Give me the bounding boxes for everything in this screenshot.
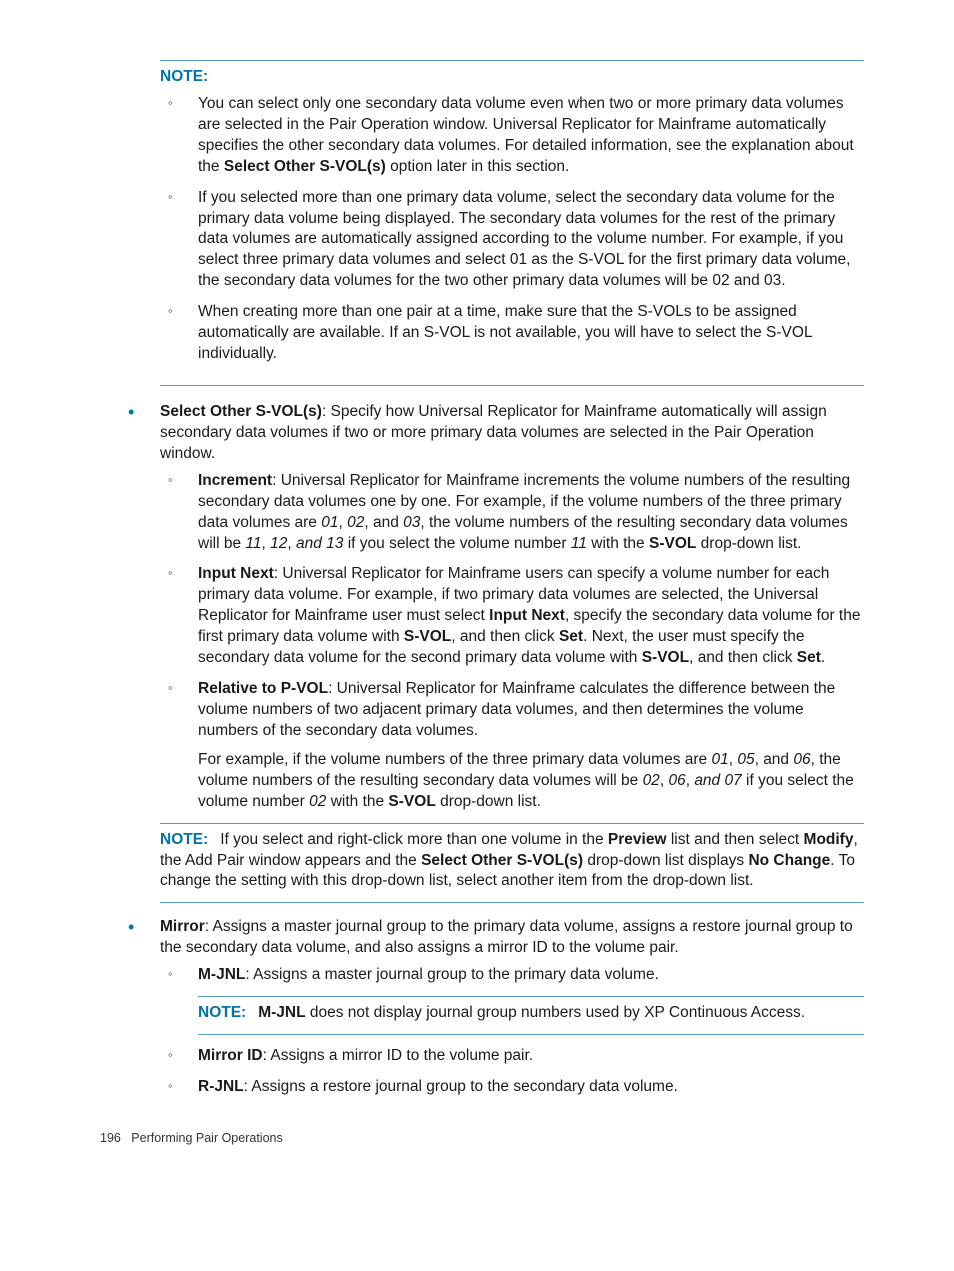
main-bullet-list: Select Other S-VOL(s): Specify how Unive… (100, 402, 864, 813)
mirror-cont-li: . Mirror ID: Assigns a mirror ID to the … (100, 1043, 864, 1098)
bullet-select-other-svol: Select Other S-VOL(s): Specify how Unive… (100, 402, 864, 813)
note1-item-0: You can select only one secondary data v… (160, 94, 864, 178)
mirror-bullet: Mirror: Assigns a master journal group t… (100, 917, 864, 986)
select-other-sublist: Increment: Universal Replicator for Main… (160, 471, 864, 813)
sub-rjnl: R-JNL: Assigns a restore journal group t… (160, 1077, 864, 1098)
note-box-1: NOTE: You can select only one secondary … (160, 60, 864, 386)
relative-pvol-example: For example, if the volume numbers of th… (198, 750, 864, 813)
sub-mjnl: M-JNL: Assigns a master journal group to… (160, 965, 864, 986)
mirror-sublist: M-JNL: Assigns a master journal group to… (160, 965, 864, 986)
label-select-other-svol: Select Other S-VOL(s) (160, 403, 322, 420)
footer-title: Performing Pair Operations (131, 1131, 282, 1145)
note-heading: NOTE: (160, 67, 864, 88)
bullet-mirror: Mirror: Assigns a master journal group t… (100, 917, 864, 986)
sub-relative-pvol: Relative to P-VOL: Universal Replicator … (160, 679, 864, 813)
page-number: 196 (100, 1131, 121, 1145)
sub-increment: Increment: Universal Replicator for Main… (160, 471, 864, 555)
page-footer: 196 Performing Pair Operations (100, 1130, 864, 1147)
note-box-mjnl: NOTE:M-JNL does not display journal grou… (198, 996, 864, 1035)
page-content: NOTE: You can select only one secondary … (0, 0, 954, 1187)
sub-mirror-id: Mirror ID: Assigns a mirror ID to the vo… (160, 1046, 864, 1067)
note1-list: You can select only one secondary data v… (160, 94, 864, 365)
label-mirror: Mirror (160, 918, 205, 935)
note-box-2: NOTE:If you select and right-click more … (160, 823, 864, 904)
note2-label: NOTE: (160, 831, 220, 848)
note1-item-2: When creating more than one pair at a ti… (160, 302, 864, 365)
note1-item-1: If you selected more than one primary da… (160, 188, 864, 293)
mjnl-note-label: NOTE: (198, 1004, 258, 1021)
mirror-sublist-2: Mirror ID: Assigns a mirror ID to the vo… (160, 1046, 864, 1098)
mirror-bullet-cont: . Mirror ID: Assigns a mirror ID to the … (100, 1043, 864, 1098)
sub-input-next: Input Next: Universal Replicator for Mai… (160, 564, 864, 669)
